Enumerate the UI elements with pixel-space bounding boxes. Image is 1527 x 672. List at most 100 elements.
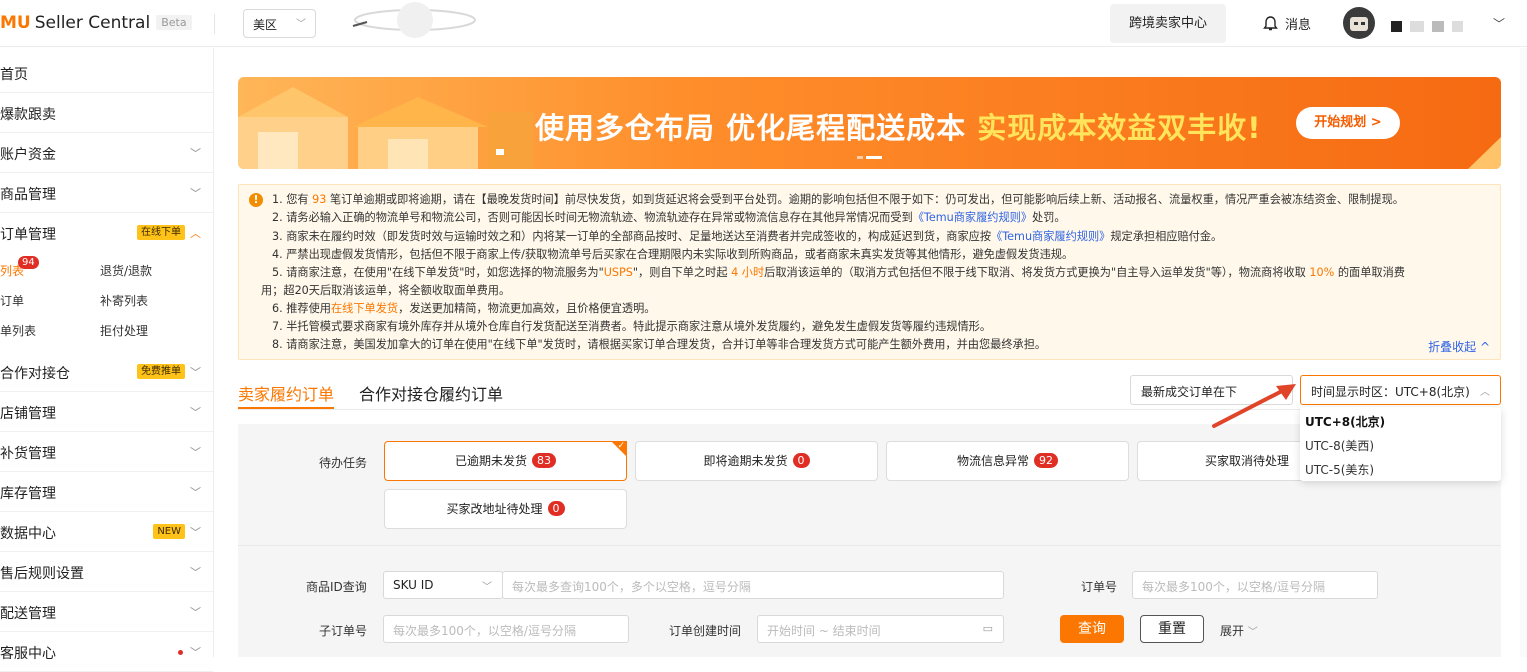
sidebar-sub-orders[interactable]: 订单 bbox=[0, 292, 24, 309]
sidebar-sub-chargeback[interactable]: 拒付处理 bbox=[100, 322, 148, 339]
notice-line-8: 8. 请商家注意，美国发加拿大的订单在使用"在线下单"发货时，请根据买家订单合理… bbox=[272, 338, 1047, 351]
sidebar-sub-returns[interactable]: 退货/退款 bbox=[100, 262, 152, 279]
task-overdue-unshipped[interactable]: 已逾期未发货 83 ✓ bbox=[384, 441, 627, 481]
timezone-option-us-west[interactable]: UTC-8(美西) bbox=[1305, 437, 1374, 454]
chevron-down-icon: ﹀ bbox=[190, 566, 201, 579]
notice-line-2: 2. 请务必输入正确的物流单号和物流公司，否则可能因长时间无物流轨迹、物流轨迹存… bbox=[272, 211, 1066, 224]
sidebar-item-label: 商品管理 bbox=[0, 187, 56, 203]
sku-type-select[interactable]: SKU ID ﹀ bbox=[383, 571, 503, 599]
online-order-badge: 在线下单 bbox=[137, 225, 185, 240]
notice-line-5-cont: 用；超20天后取消该运单，将全额收取面单费用。 bbox=[261, 284, 511, 297]
sub-order-input[interactable]: 每次最多100个，以空格/逗号分隔 bbox=[383, 615, 629, 643]
timezone-select[interactable]: 时间显示时区：UTC+8(北京) ︿ bbox=[1300, 375, 1501, 405]
sidebar-sub-resend-list[interactable]: 补寄列表 bbox=[100, 292, 148, 309]
rules-link[interactable]: 《Temu商家履约规则》 bbox=[913, 211, 1032, 224]
sidebar-item-after-sales[interactable]: 售后规则设置 ﹀ bbox=[0, 552, 213, 592]
chevron-down-icon: ﹀ bbox=[190, 187, 201, 200]
sidebar-item-partner-warehouse[interactable]: 合作对接仓 免费推单 ﹀ bbox=[0, 352, 213, 392]
sidebar-item-label: 订单管理 bbox=[0, 227, 56, 243]
notice-line-1: 1. 您有 93 笔订单逾期或即将逾期，请在【最晚发货时间】前尽快发货，如到货延… bbox=[272, 193, 1404, 206]
create-time-placeholder: 开始时间 ~ 结束时间 bbox=[767, 624, 881, 638]
sidebar-item-hot-follow[interactable]: 爆款跟卖 bbox=[0, 93, 213, 133]
divider bbox=[238, 545, 1501, 546]
sidebar-item-store[interactable]: 店铺管理 ﹀ bbox=[0, 392, 213, 432]
create-time-label: 订单创建时间 bbox=[669, 624, 742, 638]
tab-seller-orders[interactable]: 卖家履约订单 bbox=[238, 381, 334, 405]
task-label: 物流信息异常 bbox=[956, 454, 1029, 468]
avatar-eye bbox=[1361, 22, 1365, 25]
task-label: 买家改地址待处理 bbox=[446, 502, 543, 516]
carousel-dots[interactable] bbox=[857, 156, 885, 175]
logo-text: Seller Central bbox=[34, 13, 151, 33]
cross-border-center-button[interactable]: 跨境卖家中心 bbox=[1110, 4, 1226, 43]
top-bar: MU Seller Central Beta 美区 ﹀ 跨境卖家中心 消息 ﹀ bbox=[0, 0, 1527, 47]
sidebar-item-customer-service[interactable]: 客服中心 ﹀ bbox=[0, 632, 213, 672]
timezone-option-us-east[interactable]: UTC-5(美东) bbox=[1305, 461, 1374, 478]
expand-label: 展开 bbox=[1220, 624, 1245, 638]
sidebar-item-label: 数据中心 bbox=[0, 526, 56, 542]
avatar[interactable] bbox=[1343, 7, 1375, 39]
sidebar-item-home[interactable]: 首页 bbox=[0, 53, 213, 93]
sidebar-item-label: 配送管理 bbox=[0, 606, 56, 622]
sidebar-item-label: 库存管理 bbox=[0, 486, 56, 502]
sidebar-item-label: 账户资金 bbox=[0, 147, 56, 163]
task-count-badge: 0 bbox=[792, 453, 810, 468]
task-logistics-abnormal[interactable]: 物流信息异常 92 bbox=[886, 441, 1129, 481]
banner-headline-highlight: 实现成本效益双丰收! bbox=[977, 111, 1262, 145]
sidebar-sub-ship-list[interactable]: 单列表 bbox=[0, 322, 36, 339]
product-id-label: 商品ID查询 bbox=[306, 580, 367, 594]
chevron-down-icon: ﹀ bbox=[190, 446, 201, 459]
sidebar-item-orders[interactable]: 订单管理 在线下单 ︿ bbox=[0, 213, 213, 253]
sidebar-item-delivery[interactable]: 配送管理 ﹀ bbox=[0, 592, 213, 632]
task-count-badge: 0 bbox=[547, 501, 565, 516]
free-push-badge: 免费推单 bbox=[137, 364, 185, 379]
logo-mark: MU bbox=[0, 13, 31, 33]
task-soon-overdue[interactable]: 即将逾期未发货 0 bbox=[635, 441, 878, 481]
task-label: 买家取消待处理 bbox=[1204, 454, 1289, 468]
start-planning-button[interactable]: 开始规划 > bbox=[1296, 107, 1400, 139]
globe-decoration-icon bbox=[352, 2, 476, 38]
check-icon: ✓ bbox=[617, 441, 625, 451]
chevron-down-icon: ﹀ bbox=[482, 582, 492, 593]
sidebar-item-label: 合作对接仓 bbox=[0, 366, 70, 382]
account-menu-chevron-icon[interactable]: ﹀ bbox=[1493, 15, 1505, 32]
chevron-down-icon: ﹀ bbox=[190, 526, 201, 539]
sidebar-item-inventory[interactable]: 库存管理 ﹀ bbox=[0, 472, 213, 512]
sidebar-item-label: 补货管理 bbox=[0, 446, 56, 462]
pending-tasks-label: 待办任务 bbox=[319, 456, 368, 470]
notice-line-6: 6. 推荐使用在线下单发货，发送更加精简，物流更加高效，且价格便宜透明。 bbox=[272, 302, 656, 315]
timezone-option-beijing[interactable]: UTC+8(北京) bbox=[1305, 413, 1385, 430]
messages-button[interactable]: 消息 bbox=[1262, 14, 1311, 33]
beta-badge: Beta bbox=[156, 15, 192, 30]
sidebar-item-data-center[interactable]: 数据中心 NEW ﹀ bbox=[0, 512, 213, 552]
create-time-range-input[interactable]: 开始时间 ~ 结束时间 ▭ bbox=[757, 615, 1004, 643]
region-select[interactable]: 美区 ﹀ bbox=[243, 9, 316, 38]
chevron-up-icon: ︿ bbox=[190, 227, 201, 240]
notification-dot bbox=[178, 650, 183, 655]
sidebar: 首页 爆款跟卖 账户资金 ﹀ 商品管理 ﹀ 订单管理 在线下单 ︿ 列表 94 退货/退… bbox=[0, 48, 214, 672]
notice-line-7: 7. 半托管模式要求商家有境外库存并从境外仓库自行发货配送至消费者。特此提示商家… bbox=[272, 320, 992, 333]
task-buyer-address-change[interactable]: 买家改地址待处理 0 bbox=[384, 489, 627, 529]
order-list-count-badge: 94 bbox=[18, 256, 39, 269]
red-arrow-annotation-icon bbox=[1212, 384, 1296, 428]
calendar-icon: ▭ bbox=[982, 622, 993, 635]
rules-link[interactable]: 《Temu商家履约规则》 bbox=[991, 230, 1110, 243]
task-count-badge: 83 bbox=[532, 453, 556, 468]
query-button[interactable]: 查询 bbox=[1060, 615, 1124, 643]
product-id-input[interactable]: 每次最多查询100个，多个以空格，逗号分隔 bbox=[502, 571, 1004, 599]
task-label: 即将逾期未发货 bbox=[703, 454, 788, 468]
sidebar-item-restock[interactable]: 补货管理 ﹀ bbox=[0, 432, 213, 472]
chevron-down-icon: ﹀ bbox=[190, 366, 201, 379]
collapse-notice-button[interactable]: 折叠收起 ^ bbox=[1428, 338, 1490, 355]
expand-filters-button[interactable]: 展开 ﹀ bbox=[1220, 622, 1258, 639]
reset-button[interactable]: 重置 bbox=[1140, 615, 1204, 643]
sidebar-item-products[interactable]: 商品管理 ﹀ bbox=[0, 173, 213, 213]
scrollbar[interactable] bbox=[1520, 48, 1527, 657]
chevron-down-icon: ﹀ bbox=[1247, 627, 1258, 638]
sidebar-item-account-funds[interactable]: 账户资金 ﹀ bbox=[0, 133, 213, 173]
logo[interactable]: MU Seller Central Beta bbox=[0, 13, 192, 33]
task-label: 已逾期未发货 bbox=[454, 454, 527, 468]
online-order-link[interactable]: 在线下单发货 bbox=[331, 302, 398, 315]
tab-partner-warehouse-orders[interactable]: 合作对接仓履约订单 bbox=[359, 381, 503, 405]
order-no-input[interactable]: 每次最多100个，以空格/逗号分隔 bbox=[1132, 571, 1378, 599]
